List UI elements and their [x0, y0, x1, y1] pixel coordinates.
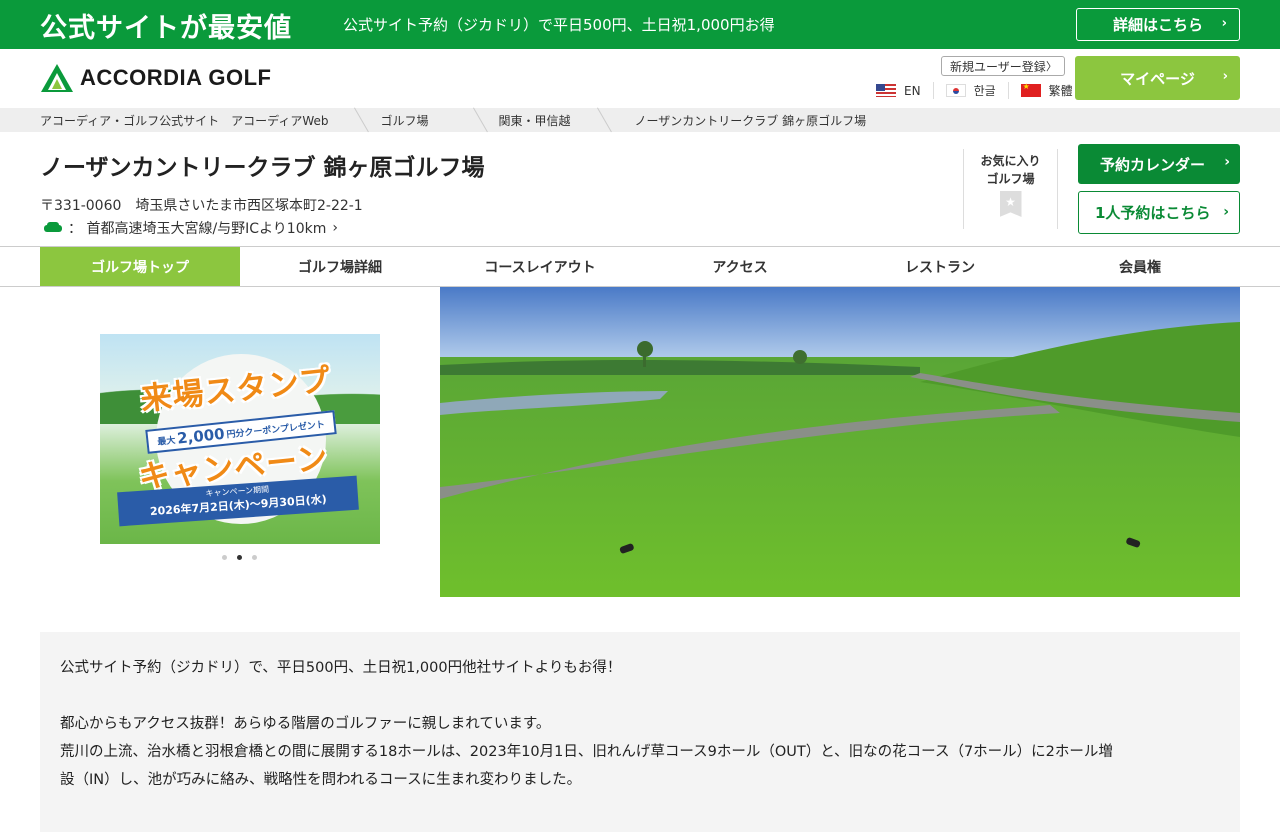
course-description: 公式サイト予約（ジカドリ）で、平日500円、土日祝1,000円他社サイトよりもお…	[40, 632, 1240, 832]
breadcrumb-separator	[597, 108, 617, 132]
breadcrumb-label: 関東・甲信越	[498, 113, 571, 128]
desc-line: 荒川の上流、治水橋と羽根倉橋との間に展開する18ホールは、2023年10月1日、…	[60, 744, 1113, 760]
tab-course-layout[interactable]: コースレイアウト	[440, 247, 640, 286]
lang-ko[interactable]: 한글	[945, 82, 1009, 99]
breadcrumb-separator	[473, 108, 493, 132]
promo-details-button[interactable]: 詳細はこちら ›	[1076, 8, 1240, 41]
carousel-dots	[222, 555, 267, 560]
desc-line: 設（IN）し、池が巧みに絡み、戦略性を問われるコースに生まれ変わりました。	[60, 772, 582, 788]
lang-zh-label: 繁體	[1048, 84, 1073, 98]
favorite-button[interactable]: お気に入り ゴルフ場 ★	[963, 149, 1058, 229]
breadcrumb-separator	[354, 108, 374, 132]
reserve-calendar-button[interactable]: 予約カレンダー ›	[1078, 144, 1240, 184]
chevron-right-icon: 〉	[1046, 60, 1057, 73]
chevron-right-icon: ›	[1223, 204, 1229, 220]
lang-zh[interactable]: 繁體	[1020, 82, 1073, 99]
chevron-right-icon: ›	[1221, 16, 1227, 31]
carousel-dot-active[interactable]	[237, 555, 242, 560]
car-icon	[44, 222, 62, 234]
lang-en-label: EN	[904, 83, 921, 98]
stamp-campaign-banner[interactable]: 来場スタンプ 最大 2,000 円分クーポンプレゼント キャンペーン キャンペー…	[100, 334, 380, 544]
kr-flag-icon	[945, 84, 966, 97]
lang-en[interactable]: EN	[876, 82, 934, 99]
language-switcher: EN 한글 繁體	[876, 82, 1073, 99]
chevron-right-icon: ›	[1224, 154, 1230, 170]
breadcrumb-item[interactable]: アコーディア・ゴルフ公式サイト アコーディアWeb	[0, 108, 354, 132]
tab-membership[interactable]: 会員権	[1040, 247, 1240, 286]
breadcrumb-item[interactable]: ゴルフ場	[374, 108, 472, 132]
course-tabs: ゴルフ場トップ ゴルフ場詳細 コースレイアウト アクセス レストラン 会員権	[0, 246, 1280, 287]
site-header: ACCORDIA GOLF 新規ユーザー登録 〉 EN 한글 繁體 マイページ …	[0, 49, 1280, 108]
carousel-dot[interactable]	[222, 555, 227, 560]
promo-title: 公式サイトが最安値	[40, 13, 292, 44]
breadcrumb-current: ノーザンカントリークラブ 錦ヶ原ゴルフ場	[617, 108, 867, 132]
breadcrumb: アコーディア・ゴルフ公式サイト アコーディアWeb ゴルフ場 関東・甲信越 ノー…	[0, 108, 1280, 132]
desc-line: 都心からもアクセス抜群！あらゆる階層のゴルファーに親しまれています。	[60, 716, 551, 732]
tab-golf-details[interactable]: ゴルフ場詳細	[240, 247, 440, 286]
promo-bar: 公式サイトが最安値 公式サイト予約（ジカドリ）で平日500円、土日祝1,000円…	[0, 0, 1280, 49]
favorite-label-1: お気に入り	[980, 154, 1041, 168]
course-access-link[interactable]: ： 首都高速埼玉大宮線/与野ICより10km ›	[44, 218, 338, 238]
breadcrumb-label: アコーディア・ゴルフ公式サイト アコーディアWeb	[40, 113, 329, 128]
breadcrumb-item[interactable]: 関東・甲信越	[493, 108, 597, 132]
ribbon-prefix: 最大	[156, 435, 176, 448]
page-title: ノーザンカントリークラブ 錦ヶ原ゴルフ場	[40, 155, 485, 181]
course-photo-illustration	[440, 287, 1240, 597]
promo-subtitle: 公式サイト予約（ジカドリ）で平日500円、土日祝1,000円お得	[343, 16, 775, 34]
cn-flag-icon	[1020, 82, 1041, 97]
reserve-calendar-label: 予約カレンダー	[1100, 155, 1206, 174]
solo-reserve-button[interactable]: 1人予約はこちら ›	[1078, 191, 1240, 234]
chevron-right-icon: ›	[332, 220, 338, 236]
register-label: 新規ユーザー登録	[950, 59, 1046, 74]
breadcrumb-label: ゴルフ場	[380, 113, 429, 128]
tab-access[interactable]: アクセス	[640, 247, 840, 286]
carousel-dot[interactable]	[252, 555, 257, 560]
chevron-right-icon: ›	[1222, 69, 1228, 84]
promo-details-label: 詳細はこちら	[1112, 16, 1203, 34]
accordia-logo-icon	[41, 64, 73, 92]
accordia-logo[interactable]: ACCORDIA GOLF	[40, 63, 271, 93]
favorite-label-2: ゴルフ場	[986, 172, 1035, 186]
desc-line: 公式サイト予約（ジカドリ）で、平日500円、土日祝1,000円他社サイトよりもお…	[60, 660, 622, 676]
us-flag-icon	[876, 84, 896, 97]
solo-reserve-label: 1人予約はこちら	[1095, 204, 1211, 222]
register-button[interactable]: 新規ユーザー登録 〉	[941, 56, 1065, 76]
lang-ko-label: 한글	[973, 84, 996, 98]
tab-restaurant[interactable]: レストラン	[840, 247, 1040, 286]
mypage-label: マイページ	[1120, 69, 1195, 88]
access-text: ： 首都高速埼玉大宮線/与野ICより10km	[68, 221, 327, 237]
course-address: 〒331-0060 埼玉県さいたま市西区塚本町2-22-1	[40, 198, 363, 214]
tab-golf-top[interactable]: ゴルフ場トップ	[40, 247, 240, 286]
course-photo	[440, 287, 1240, 597]
breadcrumb-label: ノーザンカントリークラブ 錦ヶ原ゴルフ場	[634, 113, 867, 128]
logo-text: ACCORDIA GOLF	[80, 65, 272, 90]
star-bookmark-icon: ★	[999, 191, 1022, 217]
mypage-button[interactable]: マイページ ›	[1075, 56, 1240, 100]
